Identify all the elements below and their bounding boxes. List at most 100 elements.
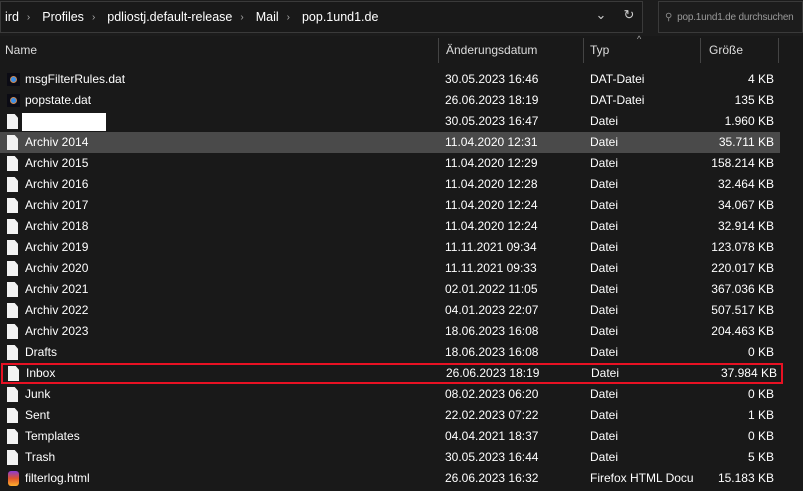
toolbar: ird › Profiles › pdliostj.default-release › Ma… [0,0,803,36]
file-icon [7,303,18,318]
file-icon [7,324,18,339]
file-name: Archiv 2021 [25,282,89,296]
file-size: 367.036 KB [711,282,774,296]
file-row[interactable]: Archiv 2022 04.01.2023 22:07 Datei 507.517 … [0,300,780,321]
search-input[interactable]: ⚲ pop.1und1.de durchsuchen [658,1,803,33]
dat-file-icon [7,94,20,107]
column-type[interactable]: Typ [590,38,609,63]
column-divider[interactable] [700,38,701,63]
file-type: Datei [590,219,619,233]
breadcrumb-item[interactable]: ird [5,10,19,24]
breadcrumb-separator-icon: › [91,11,96,23]
file-name: Archiv 2020 [25,261,89,275]
file-type: Datei [590,345,619,359]
file-date: 11.04.2020 12:31 [445,135,538,149]
file-size: 123.078 KB [711,240,774,254]
file-type: Datei [590,135,619,149]
file-row[interactable]: Archiv 2023 18.06.2023 16:08 Datei 204.463 … [0,321,780,342]
refresh-icon[interactable]: ↻ [616,0,642,30]
file-row[interactable]: Archiv 2020 11.11.2021 09:33 Datei 220.017 … [0,258,780,279]
file-date: 11.04.2020 12:24 [445,198,538,212]
file-row[interactable]: Archiv 2018 11.04.2020 12:24 Datei 32.914 K… [0,216,780,237]
file-date: 11.04.2020 12:24 [445,219,538,233]
file-type: Datei [590,450,619,464]
search-placeholder: pop.1und1.de durchsuchen [677,11,794,23]
chevron-down-icon[interactable]: ⌄ [588,0,614,30]
file-name: msgFilterRules.dat [25,72,126,86]
file-size: 4 KB [747,72,774,86]
file-date: 02.01.2022 11:05 [445,282,538,296]
file-size: 220.017 KB [711,261,774,275]
search-icon: ⚲ [665,11,673,23]
file-type: Datei [591,366,620,380]
file-name: popstate.dat [25,93,92,107]
file-size: 0 KB [747,429,774,443]
file-icon [7,114,18,129]
file-row[interactable]: msgFilterRules.dat 30.05.2023 16:46 DAT-Da… [0,69,780,90]
file-icon [7,345,18,360]
file-name: Archiv 2019 [25,240,89,254]
file-name: Junk [25,387,51,401]
file-icon [7,450,18,465]
file-row[interactable]: Archiv 2019 11.11.2021 09:34 Datei 123.078 … [0,237,780,258]
file-row[interactable]: Archiv 2021 02.01.2022 11:05 Datei 367.036 … [0,279,780,300]
file-row[interactable]: Templates 04.04.2021 18:37 Datei 0 KB [0,426,780,447]
file-row[interactable]: Archiv 2017 11.04.2020 12:24 Datei 34.067 K… [0,195,780,216]
file-name: Archiv 2017 [25,198,89,212]
firefox-html-icon [8,471,19,486]
column-date[interactable]: Änderungsdatum [446,38,537,63]
breadcrumb-item[interactable]: Mail [256,10,279,24]
file-row[interactable]: Trash 30.05.2023 16:44 Datei 5 KB [0,447,780,468]
file-date: 11.11.2021 09:34 [445,240,537,254]
file-row[interactable]: Archiv 2014 11.04.2020 12:31 Datei 35.711 K… [0,132,780,153]
file-row[interactable]: Junk 08.02.2023 06:20 Datei 0 KB [0,384,780,405]
file-row[interactable]: 30.05.2023 16:47 Datei 1.960 KB [0,111,780,132]
column-divider[interactable] [583,38,584,63]
file-row[interactable]: Archiv 2015 11.04.2020 12:29 Datei 158.214 … [0,153,780,174]
file-row[interactable]: Sent 22.02.2023 07:22 Datei 1 KB [0,405,780,426]
breadcrumb-item[interactable]: pop.1und1.de [302,10,378,24]
file-name: Sent [25,408,50,422]
file-row[interactable]: popstate.dat 26.06.2023 18:19 DAT-Datei 135… [0,90,780,111]
address-bar[interactable]: ird › Profiles › pdliostj.default-release › Ma… [0,1,643,33]
breadcrumb-separator-icon: › [240,11,244,23]
file-icon [7,282,18,297]
column-name[interactable]: Name [5,38,37,63]
file-type: Datei [590,324,619,338]
file-row[interactable]: filterlog.html 26.06.2023 16:32 Firefox HT… [0,468,780,489]
file-name: Trash [25,450,56,464]
file-type: Datei [590,261,619,275]
file-icon [7,408,18,423]
file-icon [7,198,18,213]
file-icon [7,387,18,402]
file-name: Inbox [26,366,56,380]
file-date: 18.06.2023 16:08 [445,345,539,359]
file-size: 0 KB [747,387,774,401]
column-divider[interactable] [438,38,439,63]
file-size: 135 KB [734,93,774,107]
file-name: filterlog.html [25,471,90,485]
file-type: Datei [590,240,619,254]
file-date: 30.05.2023 16:47 [445,114,539,128]
file-date: 30.05.2023 16:44 [445,450,539,464]
file-date: 08.02.2023 06:20 [445,387,539,401]
file-size: 32.914 KB [717,219,774,233]
file-name: Archiv 2018 [25,219,89,233]
column-divider[interactable] [778,38,779,63]
file-icon [8,366,19,381]
file-name: Drafts [25,345,58,359]
breadcrumb-separator-icon: › [26,11,31,23]
file-date: 26.06.2023 18:19 [445,93,539,107]
file-size: 5 KB [747,450,774,464]
file-row[interactable]: Inbox 26.06.2023 18:19 Datei 37.984 KB [1,363,783,384]
file-icon [7,261,18,276]
file-size: 37.984 KB [720,366,777,380]
file-size: 34.067 KB [717,198,774,212]
column-size[interactable]: Größe [709,38,743,63]
file-date: 18.06.2023 16:08 [445,324,539,338]
file-row[interactable]: Drafts 18.06.2023 16:08 Datei 0 KB [0,342,780,363]
breadcrumb-item[interactable]: Profiles [42,10,84,24]
breadcrumb-item[interactable]: pdliostj.default-release [107,10,232,24]
file-row[interactable]: Archiv 2016 11.04.2020 12:28 Datei 32.464 K… [0,174,780,195]
file-icon [7,429,18,444]
